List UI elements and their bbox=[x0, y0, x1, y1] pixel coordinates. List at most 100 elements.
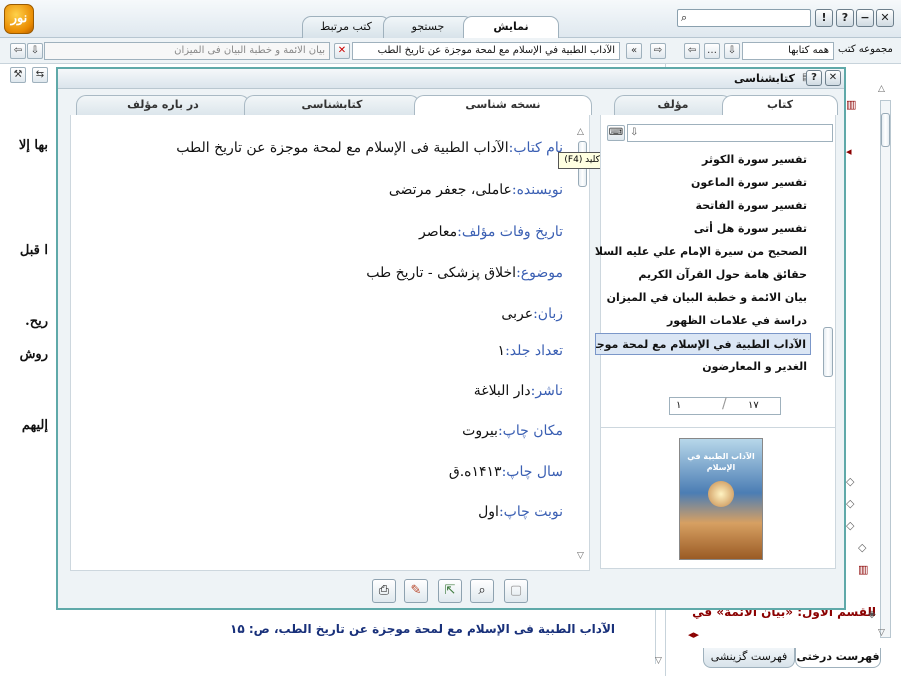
info-button[interactable]: ! bbox=[815, 9, 833, 27]
tree-node-icon: ◇ bbox=[846, 497, 855, 510]
tree-node-icon: ◇ bbox=[846, 475, 855, 488]
field-print-year: سال چاپ:۱۴۱۳ه.ق bbox=[448, 464, 563, 480]
tab-search[interactable]: جستجو bbox=[383, 16, 473, 38]
zoom-icon[interactable]: ⌕ bbox=[470, 579, 494, 603]
field-edition: نوبت چاپ:اول bbox=[478, 504, 563, 520]
pager[interactable]: ۱ / ۱۷ bbox=[669, 396, 781, 415]
scroll-up-icon[interactable]: △ bbox=[577, 127, 584, 137]
list-item[interactable]: تفسير سورة الكوثر bbox=[595, 149, 811, 171]
tree-node-icon: ◇ bbox=[846, 519, 855, 532]
more-icon[interactable]: … bbox=[704, 43, 720, 59]
tree-node-icon: ◂ bbox=[846, 145, 852, 158]
list-item[interactable]: دراسة في علامات الظهور bbox=[595, 310, 811, 332]
dialog-title: كتابشناسی bbox=[734, 72, 795, 85]
scroll-down-icon[interactable]: ▽ bbox=[878, 628, 885, 638]
bg-text: ريح. bbox=[25, 314, 48, 329]
link-icon[interactable]: ⇆ bbox=[32, 67, 48, 83]
search-icon: ⌕ bbox=[681, 11, 688, 24]
field-print-place: مکان چاپ:بیروت bbox=[462, 423, 563, 439]
down-arrow-icon[interactable]: ⇩ bbox=[724, 43, 740, 59]
list-item[interactable]: حقائق هامة حول القرآن الكريم bbox=[595, 264, 811, 286]
scroll-thumb[interactable] bbox=[823, 327, 833, 377]
pager-total: ۱۷ bbox=[748, 400, 759, 411]
edit-icon[interactable]: ✎ bbox=[404, 579, 428, 603]
forward-arrow-icon[interactable]: ⇨ bbox=[650, 43, 666, 59]
book-search-input[interactable]: ⇩ bbox=[627, 124, 833, 142]
collection-select[interactable]: همه كتابها bbox=[742, 42, 834, 60]
field-subject: موضوع:اخلاق پزشکی - تاریخ طب bbox=[366, 265, 563, 281]
dialog-close-button[interactable]: ✕ bbox=[825, 70, 841, 86]
tree-node-icon: ◇ bbox=[858, 541, 867, 554]
footer-citation: الآداب الطبية فی الإسلام مع لمحة موجزة ع… bbox=[230, 622, 615, 636]
divider bbox=[601, 427, 835, 428]
list-item[interactable]: الغدير و المعارضون bbox=[595, 356, 811, 378]
current-book-field[interactable]: الآداب الطبية في الإسلام مع لمحة موجزة ع… bbox=[352, 42, 620, 60]
help-button[interactable]: ? bbox=[836, 9, 854, 27]
tab-bibliography[interactable]: كتابشناسی bbox=[244, 95, 420, 115]
close-button[interactable]: ✕ bbox=[876, 9, 894, 27]
tab-manuscript[interactable]: نسخه شناسی bbox=[414, 95, 592, 115]
down-arrow-icon: ⇩ bbox=[630, 127, 639, 138]
tab-tree-index[interactable]: فهرست درختی bbox=[795, 648, 881, 668]
collection-label: مجموعه كتب bbox=[838, 44, 893, 55]
back-arrow-icon[interactable]: ⇦ bbox=[10, 43, 26, 59]
info-scrollbar[interactable]: △ ▽ bbox=[577, 127, 588, 563]
manuscript-info-panel: نام کتاب:الآداب الطبية فی الإسلام مع لمح… bbox=[70, 115, 590, 571]
bg-text: إليهم bbox=[21, 418, 48, 433]
minimize-button[interactable]: − bbox=[856, 9, 874, 27]
export-icon[interactable]: ⇱ bbox=[438, 579, 462, 603]
dialog-title-bar: كتابشناسی ▤ ? ✕ bbox=[58, 69, 844, 89]
scroll-down-icon[interactable]: ▽ bbox=[577, 551, 584, 561]
nav-arrows-icon[interactable]: ◂▸ bbox=[688, 628, 699, 641]
book-icon: ◈ bbox=[868, 609, 876, 620]
page-icon[interactable]: ▢ bbox=[504, 579, 528, 603]
field-volumes: تعداد جلد:۱ bbox=[497, 343, 563, 359]
bg-text: روش bbox=[19, 347, 48, 362]
keyboard-icon[interactable]: ⌨ bbox=[607, 125, 625, 141]
tab-about-author[interactable]: در باره مؤلف bbox=[76, 95, 250, 115]
cover-emblem bbox=[708, 481, 734, 507]
print-icon[interactable]: ⎙ bbox=[372, 579, 396, 603]
bg-text: بها إلا bbox=[18, 138, 48, 153]
clear-icon[interactable]: ✕ bbox=[334, 43, 350, 59]
pager-current: ۱ bbox=[676, 400, 682, 411]
toolbar: ⇦ ⇩ بیان الائمة و خطبة البیان فی المیزان… bbox=[0, 38, 901, 64]
tab-display[interactable]: نمایش bbox=[463, 16, 559, 39]
list-item[interactable]: بيان الائمة و خطبة البيان في الميزان bbox=[595, 287, 811, 309]
bibliography-dialog: كتابشناسی ▤ ? ✕ در باره مؤلف كتابشناسی ن… bbox=[56, 67, 846, 610]
book-icon: ▥ bbox=[858, 563, 869, 576]
scroll-down-icon[interactable]: ▽ bbox=[655, 656, 662, 666]
tool-icon[interactable]: ⚒ bbox=[10, 67, 26, 83]
bg-text: ا قبل bbox=[19, 243, 48, 258]
list-item[interactable]: تفسير سورة الفاتحة bbox=[595, 195, 811, 217]
double-chevron-left-icon[interactable]: « bbox=[626, 43, 642, 59]
app-logo: نور bbox=[4, 4, 34, 34]
field-author-death: تاریخ وفات مؤلف:معاصر bbox=[418, 224, 563, 240]
field-author: نویسنده:عاملی، جعفر مرتضی bbox=[388, 182, 563, 198]
cover-caption: الآداب الطبية في الإسلام bbox=[687, 452, 755, 472]
list-item[interactable]: تفسير سورة الماعون bbox=[595, 172, 811, 194]
back-arrow-icon[interactable]: ⇦ bbox=[684, 43, 700, 59]
field-publisher: ناشر:دار البلاغة bbox=[473, 383, 563, 399]
book-icon: ▥ bbox=[846, 98, 857, 111]
scroll-thumb[interactable] bbox=[881, 113, 890, 147]
list-item[interactable]: تفسير سورة هل أتى bbox=[595, 218, 811, 240]
tab-book[interactable]: كتاب bbox=[722, 95, 838, 115]
tab-author[interactable]: مؤلف bbox=[614, 95, 732, 115]
list-item-selected[interactable]: الآداب الطبية في الإسلام مع لمحة موجزة .… bbox=[595, 333, 811, 355]
title-bar: نور کتب مرتبط جستجو نمایش ⌕ ! ? − ✕ bbox=[0, 0, 901, 39]
field-book-title: نام کتاب:الآداب الطبية فی الإسلام مع لمح… bbox=[176, 140, 563, 156]
dialog-help-button[interactable]: ? bbox=[806, 70, 822, 86]
pager-divider: / bbox=[722, 396, 727, 412]
list-scrollbar[interactable] bbox=[823, 151, 834, 383]
field-language: زبان:عربی bbox=[501, 306, 563, 322]
scroll-up-icon[interactable]: △ bbox=[878, 84, 885, 94]
list-item[interactable]: الصحيح من سيرة الإمام علي عليه السلام ..… bbox=[595, 241, 811, 263]
global-search-input[interactable]: ⌕ bbox=[677, 9, 811, 27]
book-cover-image: الآداب الطبية في الإسلام bbox=[679, 438, 763, 560]
tab-selective-index[interactable]: فهرست گزینشی bbox=[703, 648, 795, 668]
tab-related-books[interactable]: کتب مرتبط bbox=[302, 16, 390, 38]
down-arrow-icon[interactable]: ⇩ bbox=[27, 43, 43, 59]
related-book-field[interactable]: بیان الائمة و خطبة البیان فی المیزان bbox=[44, 42, 330, 60]
tree-scrollbar[interactable] bbox=[880, 100, 891, 638]
